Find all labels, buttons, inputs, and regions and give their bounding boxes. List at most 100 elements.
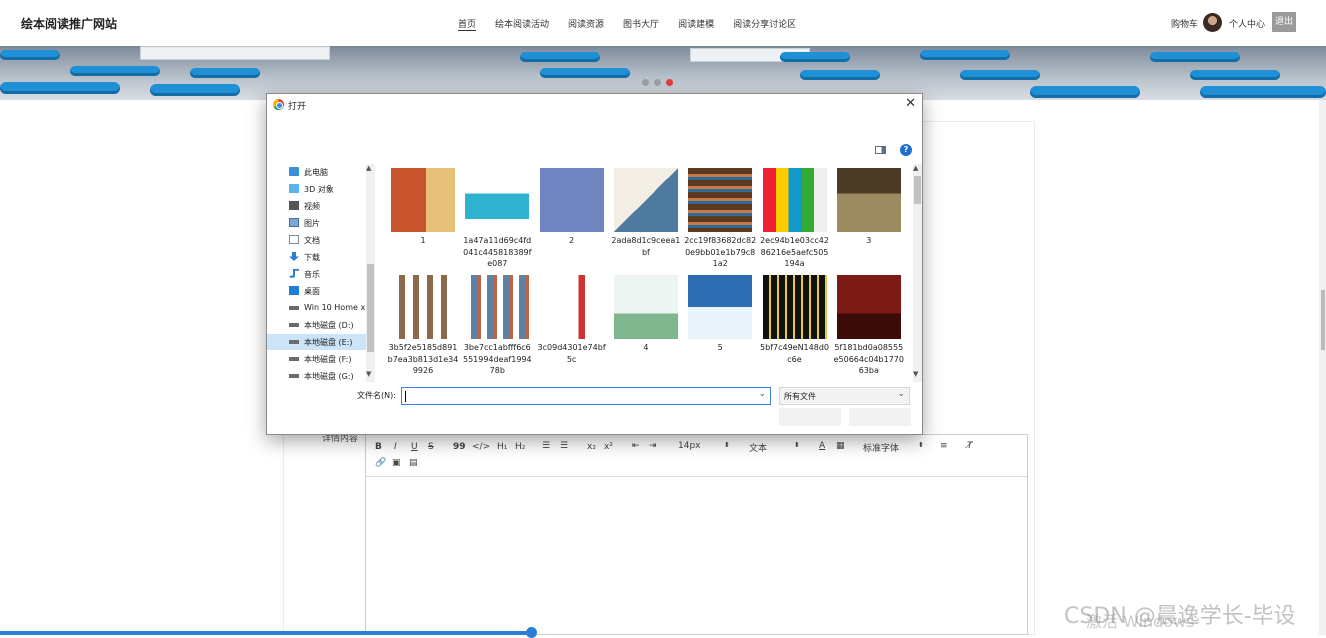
file-item[interactable]: 3c09d4301e74bf5c [536,271,608,365]
carousel-dot[interactable] [642,79,649,86]
scroll-up-icon[interactable]: ▲ [913,164,918,172]
progress-bar [0,631,532,635]
carousel-dot[interactable] [654,79,661,86]
tree-item[interactable]: 本地磁盘 (F:) [267,351,375,367]
indent-icon[interactable]: ⇥ [649,441,657,451]
nav-item-modeling[interactable]: 阅读建模 [678,17,714,31]
file-item[interactable]: 5bf7c49eN148d0c6e [759,271,831,365]
open-button[interactable] [779,408,841,426]
tree-item-label: 桌面 [304,287,320,296]
file-thumbnail [613,275,678,339]
file-item[interactable]: 2 [536,164,608,247]
nav-item-forum[interactable]: 阅读分享讨论区 [733,17,796,31]
rich-text-editor[interactable]: B I U S 99 </> H₁ H₂ ☰ ☰ x₂ x² ⇤ ⇥ 14px … [365,434,1028,635]
tree-item[interactable]: 本地磁盘 (G:) [267,368,375,382]
font-family-select[interactable]: 标准字体 [863,441,899,454]
tree-item[interactable]: 图片 [267,215,375,231]
cart-link[interactable]: 购物车 [1171,17,1198,30]
h1-button[interactable]: H₁ [497,442,507,452]
tree-item[interactable]: 下载 [267,249,375,265]
font-size-select[interactable]: 14px [678,441,701,451]
file-scrollbar-thumb[interactable] [914,176,921,204]
tree-item[interactable]: 本地磁盘 (D:) [267,317,375,333]
file-item[interactable]: 2ec94b1e03cc4286216e5aefc505194a [759,164,831,270]
nav-item-book-hall[interactable]: 图书大厅 [623,17,659,31]
banner-carousel[interactable] [0,46,1326,100]
code-button[interactable]: </> [472,442,490,452]
filename-input[interactable]: ⌄ [401,387,771,405]
tree-item[interactable]: 文档 [267,232,375,248]
file-type-select[interactable]: 所有文件 ⌄ [779,387,910,405]
file-item[interactable]: 3b5f2e5185d891b7ea3b813d1e349926 [387,271,459,377]
file-item[interactable]: 4 [610,271,682,354]
logout-button[interactable]: 退出 [1272,12,1296,32]
tree-item-label: 本地磁盘 (F:) [304,355,352,364]
chevron-down-icon[interactable]: ⌄ [897,389,905,399]
close-icon[interactable]: ✕ [905,96,916,111]
scroll-up-icon[interactable]: ▲ [366,164,371,172]
page-scrollbar[interactable] [1319,100,1326,635]
link-icon[interactable]: 🔗 [375,458,386,468]
scroll-down-icon[interactable]: ▼ [366,370,371,378]
nav-item-home[interactable]: 首页 [458,17,477,31]
outdent-icon[interactable]: ⇤ [632,441,640,451]
paragraph-select[interactable]: 文本 [749,441,767,454]
align-icon[interactable]: ≡ [940,441,948,451]
chevron-down-icon[interactable]: ⌄ [758,389,766,399]
avatar[interactable] [1203,13,1222,32]
file-item[interactable]: 3be7cc1abfff6c6551994deaf199478b [461,271,533,377]
bullet-list-icon[interactable]: ☰ [560,441,568,451]
file-name: 4 [643,343,649,352]
h2-button[interactable]: H₂ [515,442,525,452]
tree-item[interactable]: 视频 [267,198,375,214]
file-item[interactable]: 1a47a11d69c4fd041c445818389fe087 [461,164,533,270]
nav-item-resources[interactable]: 阅读资源 [568,17,604,31]
dialog-titlebar[interactable]: 打开 ✕ [267,94,922,116]
superscript-button[interactable]: x² [604,442,613,452]
blockquote-button[interactable]: 99 [453,442,466,452]
file-item[interactable]: 1 [387,164,459,247]
file-item[interactable]: 5f181bd0a08555e50664c04b177063ba [833,271,905,377]
tree-item[interactable]: 3D 对象 [267,181,375,197]
file-item[interactable]: 5 [684,271,756,354]
font-family-arrows-icon[interactable]: ⬍ [918,441,924,449]
image-icon[interactable]: ▣ [392,458,401,468]
scroll-down-icon[interactable]: ▼ [913,370,918,378]
tree-scrollbar-thumb[interactable] [367,264,374,352]
font-size-arrows-icon[interactable]: ⬍ [724,441,730,449]
file-item[interactable]: 2cc19f83682dc820e9bb01e1b79c81a2 [684,164,756,270]
tree-item[interactable]: 桌面 [267,283,375,299]
italic-button[interactable]: I [394,442,397,452]
dialog-toolbar: ? [267,138,922,160]
progress-handle[interactable] [526,627,537,638]
carousel-dot-active[interactable] [666,79,673,86]
drive-icon [289,357,299,361]
nav-item-activities[interactable]: 绘本阅读活动 [495,17,549,31]
file-item[interactable]: 3 [833,164,905,247]
background-color-icon[interactable]: ▦ [836,441,845,451]
file-item[interactable]: 2ada8d1c9ceea1bf [610,164,682,258]
file-thumbnail [762,275,827,339]
site-title[interactable]: 绘本阅读推广网站 [21,15,117,32]
csdn-watermark: CSDN @晨逸学长-毕设 [1064,604,1296,629]
ordered-list-icon[interactable]: ☰ [542,441,550,451]
page-scrollbar-thumb[interactable] [1321,290,1325,350]
strike-button[interactable]: S [428,442,434,452]
tree-item[interactable]: 本地磁盘 (E:) [267,334,375,350]
font-color-icon[interactable]: A [819,441,825,451]
cancel-button[interactable] [849,408,911,426]
paragraph-arrows-icon[interactable]: ⬍ [794,441,800,449]
tree-item[interactable]: Win 10 Home x [267,300,375,316]
banner-seat [800,70,880,80]
bold-button[interactable]: B [375,442,382,452]
clear-format-icon[interactable]: T̸ [967,441,973,451]
tree-item[interactable]: 音乐 [267,266,375,282]
preview-pane-icon[interactable] [875,146,886,154]
tree-item[interactable]: 此电脑 [267,164,375,180]
video-icon[interactable]: ▤ [409,458,418,468]
user-center-link[interactable]: 个人中心 [1229,17,1265,30]
help-icon[interactable]: ? [900,144,912,156]
filename-label: 文件名(N): [357,391,396,400]
subscript-button[interactable]: x₂ [587,442,596,452]
underline-button[interactable]: U [411,442,418,452]
